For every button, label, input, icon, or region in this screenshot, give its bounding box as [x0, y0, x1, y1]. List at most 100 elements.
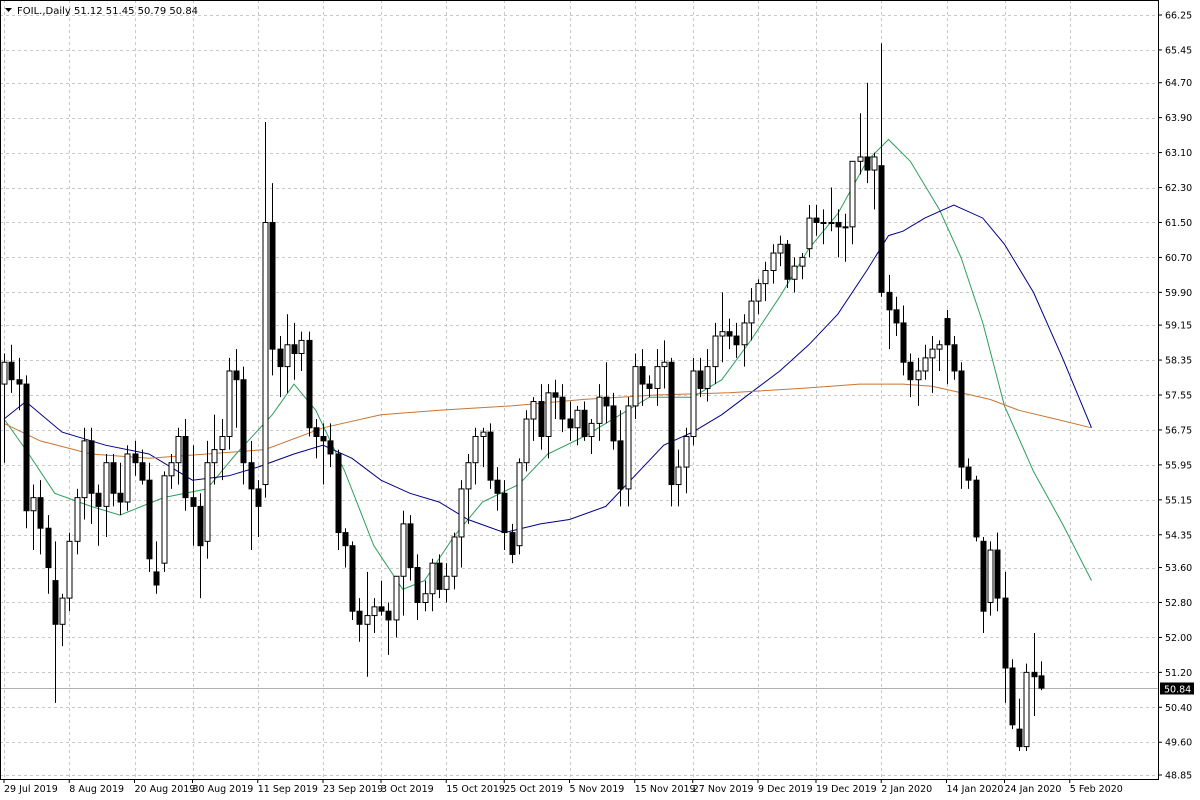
candle-body-up	[588, 422, 595, 437]
candle-body-down	[878, 165, 885, 293]
candle-body-up	[828, 221, 835, 224]
candle-body-down	[8, 361, 15, 381]
candle-body-up	[741, 322, 748, 346]
symbol-label: FOIL.,Daily	[17, 6, 71, 17]
candle-body-up	[262, 221, 269, 486]
candle-body-up	[1023, 671, 1030, 748]
candle-body-down	[1038, 675, 1045, 689]
candle	[523, 410, 530, 472]
candle-body-down	[182, 435, 189, 499]
x-tick-label: 15 Nov 2019	[635, 784, 696, 795]
candle-body-up	[400, 523, 407, 577]
candle-body-up	[574, 409, 581, 429]
y-tick-label: 63.10	[1165, 148, 1192, 159]
candle-body-up	[1, 361, 8, 385]
y-tick-label: 49.60	[1165, 738, 1192, 749]
candle-body-down	[52, 580, 59, 625]
y-tick-label: 56.75	[1165, 425, 1192, 436]
candle-body-up	[81, 440, 88, 499]
x-tick-label: 25 Oct 2019	[504, 784, 563, 795]
current-price-marker: 50.84	[1160, 682, 1194, 696]
y-tick-label: 60.70	[1165, 253, 1192, 264]
candle-body-up	[625, 405, 632, 490]
candle	[487, 423, 494, 489]
candle-body-up	[762, 270, 769, 285]
candle-body-down	[16, 379, 23, 385]
candle-body-up	[298, 339, 305, 355]
candle-body-up	[791, 265, 798, 280]
current-price-text: 50.84	[1164, 685, 1191, 696]
candle-body-down	[45, 527, 52, 569]
candle-body-down	[269, 221, 276, 350]
candle-body-up	[922, 357, 929, 372]
x-tick-label: 29 Jul 2019	[4, 784, 58, 795]
candle-body-down	[313, 427, 320, 437]
x-tick-label: 3 Oct 2019	[381, 784, 434, 795]
candle-body-down	[784, 243, 791, 280]
candle-body-down	[233, 370, 240, 381]
x-tick-label: 27 Nov 2019	[693, 784, 754, 795]
y-tick-label: 50.40	[1165, 703, 1192, 714]
candle	[690, 357, 697, 446]
y-tick-label: 62.30	[1165, 183, 1192, 194]
candle-body-down	[559, 396, 566, 420]
y-tick-label: 54.35	[1165, 530, 1192, 541]
candle-body-down	[668, 361, 675, 486]
y-tick-label: 57.55	[1165, 391, 1192, 402]
y-tick-label: 59.15	[1165, 321, 1192, 332]
candle	[161, 471, 168, 572]
candle-body-up	[211, 449, 218, 464]
candle-body-down	[907, 361, 914, 381]
candle-body-up	[820, 221, 827, 224]
candle-body-down	[900, 322, 907, 363]
candle-body-down	[248, 462, 255, 490]
x-tick-label: 30 Aug 2019	[193, 784, 254, 795]
candle-body-up	[161, 475, 168, 564]
y-tick-label: 48.85	[1165, 771, 1192, 782]
candle-body-up	[704, 366, 711, 389]
candle-body-up	[219, 435, 226, 451]
candle-body-down	[567, 418, 574, 429]
y-tick-label: 63.90	[1165, 113, 1192, 124]
candle-body-down	[153, 571, 160, 586]
candle-body-up	[712, 335, 719, 368]
candle	[668, 357, 675, 507]
candle-body-down	[733, 335, 740, 346]
candle-body-down	[356, 610, 363, 625]
candle	[1023, 663, 1030, 751]
candle-body-down	[139, 462, 146, 481]
candle-body-down	[335, 453, 342, 534]
candle-body-down	[581, 409, 588, 437]
x-tick-label: 11 Sep 2019	[258, 784, 318, 795]
candle	[973, 475, 980, 542]
candle-body-down	[501, 492, 508, 534]
candle-body-up	[849, 160, 856, 228]
candle-body-up	[422, 593, 429, 603]
ohlc-label: 51.12 51.45 50.79 50.84	[74, 6, 198, 17]
y-tick-label: 59.90	[1165, 288, 1192, 299]
y-tick-label: 55.15	[1165, 495, 1192, 506]
candle-body-up	[632, 366, 639, 407]
candle-body-up	[66, 540, 73, 599]
candle-body-up	[596, 396, 603, 424]
candle-body-down	[132, 453, 139, 464]
x-tick-label: 24 Jan 2020	[1005, 784, 1062, 795]
candle-body-up	[936, 344, 943, 350]
candle-body-up	[683, 435, 690, 468]
y-tick-label: 53.60	[1165, 563, 1192, 574]
y-tick-label: 66.25	[1165, 11, 1192, 22]
candle-body-down	[951, 344, 958, 372]
y-tick-label: 61.50	[1165, 218, 1192, 229]
candle-body-down	[255, 488, 262, 507]
candle-body-down	[414, 567, 421, 603]
x-tick-label: 5 Feb 2020	[1070, 784, 1123, 795]
candle-body-up	[175, 435, 182, 464]
candle-body-up	[74, 497, 81, 542]
candle-body-up	[842, 226, 849, 229]
candle-body-down	[342, 532, 349, 547]
candle-body-down	[958, 370, 965, 468]
candle-body-down	[835, 221, 842, 228]
candle-body-up	[871, 156, 878, 171]
candle-body-up	[465, 462, 472, 490]
x-tick-label: 14 Jan 2020	[947, 784, 1004, 795]
